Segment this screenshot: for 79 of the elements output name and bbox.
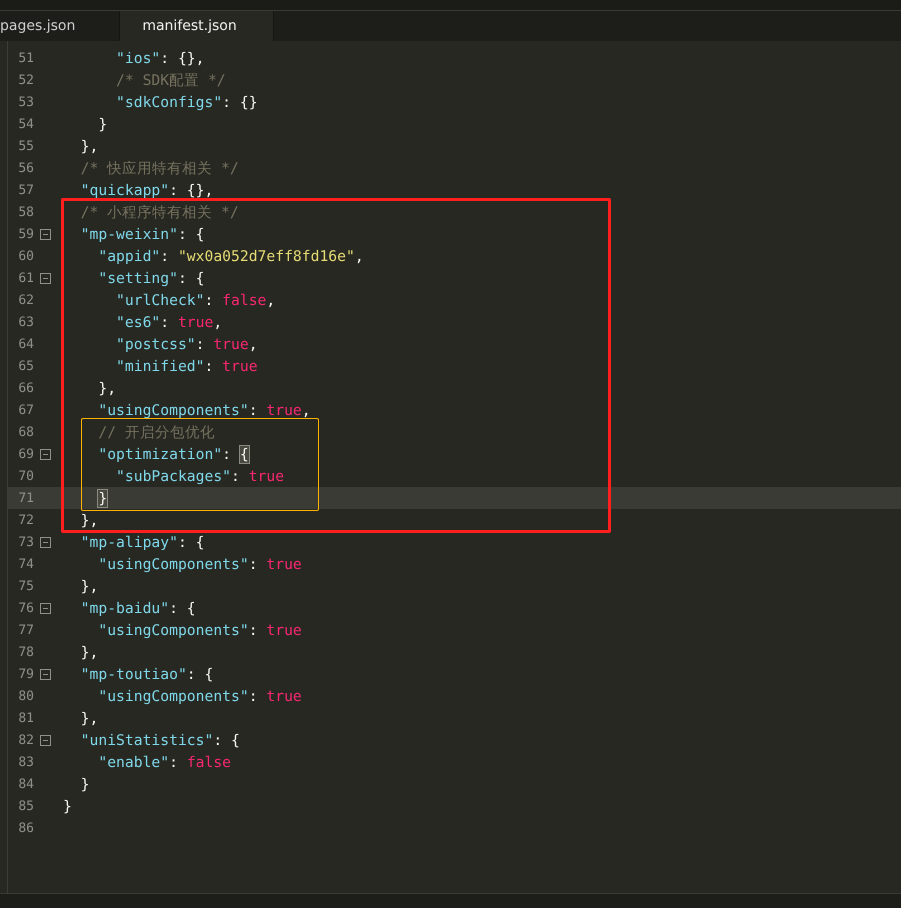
line-number: 80	[17, 688, 34, 704]
line-number: 51	[17, 50, 34, 66]
code-line: "optimization": {	[97, 446, 249, 462]
fold-icon[interactable]	[40, 602, 50, 614]
line-number: 66	[17, 380, 34, 396]
code-line: "mp-toutiao": {	[80, 666, 214, 682]
line-number: 64	[17, 336, 34, 352]
line-number: 54	[17, 116, 34, 132]
code-line: "uniStatistics": {	[80, 732, 240, 748]
line-number: 77	[17, 622, 34, 638]
code-line: /* 快应用特有相关 */	[80, 158, 239, 178]
code-line: },	[97, 380, 116, 396]
code-line: "mp-baidu": {	[80, 600, 196, 616]
code-line: "minified": true	[115, 358, 258, 374]
line-number: 85	[17, 798, 34, 814]
code-line: "ios": {},	[115, 50, 204, 66]
line-number: 60	[17, 248, 34, 264]
code-line: "usingComponents": true	[97, 622, 302, 638]
line-number: 72	[17, 512, 34, 528]
line-number: 70	[17, 468, 34, 484]
code-line: "mp-alipay": {	[80, 534, 204, 550]
line-number: 59	[17, 226, 34, 242]
line-number: 58	[17, 204, 34, 220]
code-line: "sdkConfigs": {}	[115, 94, 258, 110]
line-number: 74	[17, 556, 34, 572]
code-line: }	[97, 116, 108, 132]
line-number: 81	[17, 710, 34, 726]
fold-icon[interactable]	[40, 734, 50, 746]
code-line: },	[80, 138, 98, 154]
fold-icon[interactable]	[40, 448, 50, 460]
code-line: "subPackages": true	[115, 468, 284, 484]
line-number: 56	[17, 160, 34, 176]
line-number: 78	[17, 644, 34, 660]
code-line: },	[80, 578, 98, 594]
code-line: "urlCheck": false,	[115, 292, 276, 308]
file-tab[interactable]: pages.json	[0, 11, 120, 41]
line-number: 53	[17, 94, 34, 110]
code-line: "quickapp": {},	[80, 182, 214, 198]
file-tab[interactable]: manifest.json	[120, 11, 274, 41]
line-number: 68	[17, 424, 34, 440]
code-line: /* 小程序特有相关 */	[80, 202, 239, 222]
line-number: 62	[17, 292, 34, 308]
code-line: "enable": false	[97, 754, 232, 770]
fold-icon[interactable]	[40, 668, 50, 680]
code-line: // 开启分包优化	[97, 422, 215, 442]
line-number: 57	[17, 182, 34, 198]
code-line: /* SDK配置 */	[115, 70, 226, 90]
line-number: 84	[17, 776, 34, 792]
fold-icon[interactable]	[40, 228, 50, 240]
code-line: "usingComponents": true,	[97, 402, 311, 418]
line-number: 79	[17, 666, 34, 682]
line-number: 65	[17, 358, 34, 374]
line-number: 86	[17, 820, 34, 836]
line-number: 67	[17, 402, 34, 418]
code-line: },	[80, 512, 98, 528]
code-line: "mp-weixin": {	[80, 226, 204, 242]
code-line: "usingComponents": true	[97, 688, 302, 704]
line-number: 61	[17, 270, 34, 286]
code-line: "es6": true,	[115, 314, 222, 330]
fold-icon[interactable]	[40, 272, 50, 284]
line-number: 69	[17, 446, 34, 462]
code-line: "setting": {	[97, 270, 204, 286]
code-line: },	[80, 710, 98, 726]
line-number: 52	[17, 72, 34, 88]
code-line: },	[80, 644, 98, 660]
code-line: }	[63, 798, 72, 814]
line-number: 75	[17, 578, 34, 594]
line-number: 55	[17, 138, 34, 154]
line-number: 71	[17, 490, 34, 506]
line-number: 83	[17, 754, 34, 770]
fold-icon[interactable]	[40, 536, 50, 548]
line-number: 82	[17, 732, 34, 748]
line-number: 63	[17, 314, 34, 330]
line-number: 73	[17, 534, 34, 550]
code-line: "postcss": true,	[115, 336, 258, 352]
line-number: 76	[17, 600, 34, 616]
code-line: }	[80, 776, 90, 792]
code-line: "appid": "wx0a052d7eff8fd16e",	[97, 248, 364, 264]
code-line: "usingComponents": true	[97, 556, 302, 572]
